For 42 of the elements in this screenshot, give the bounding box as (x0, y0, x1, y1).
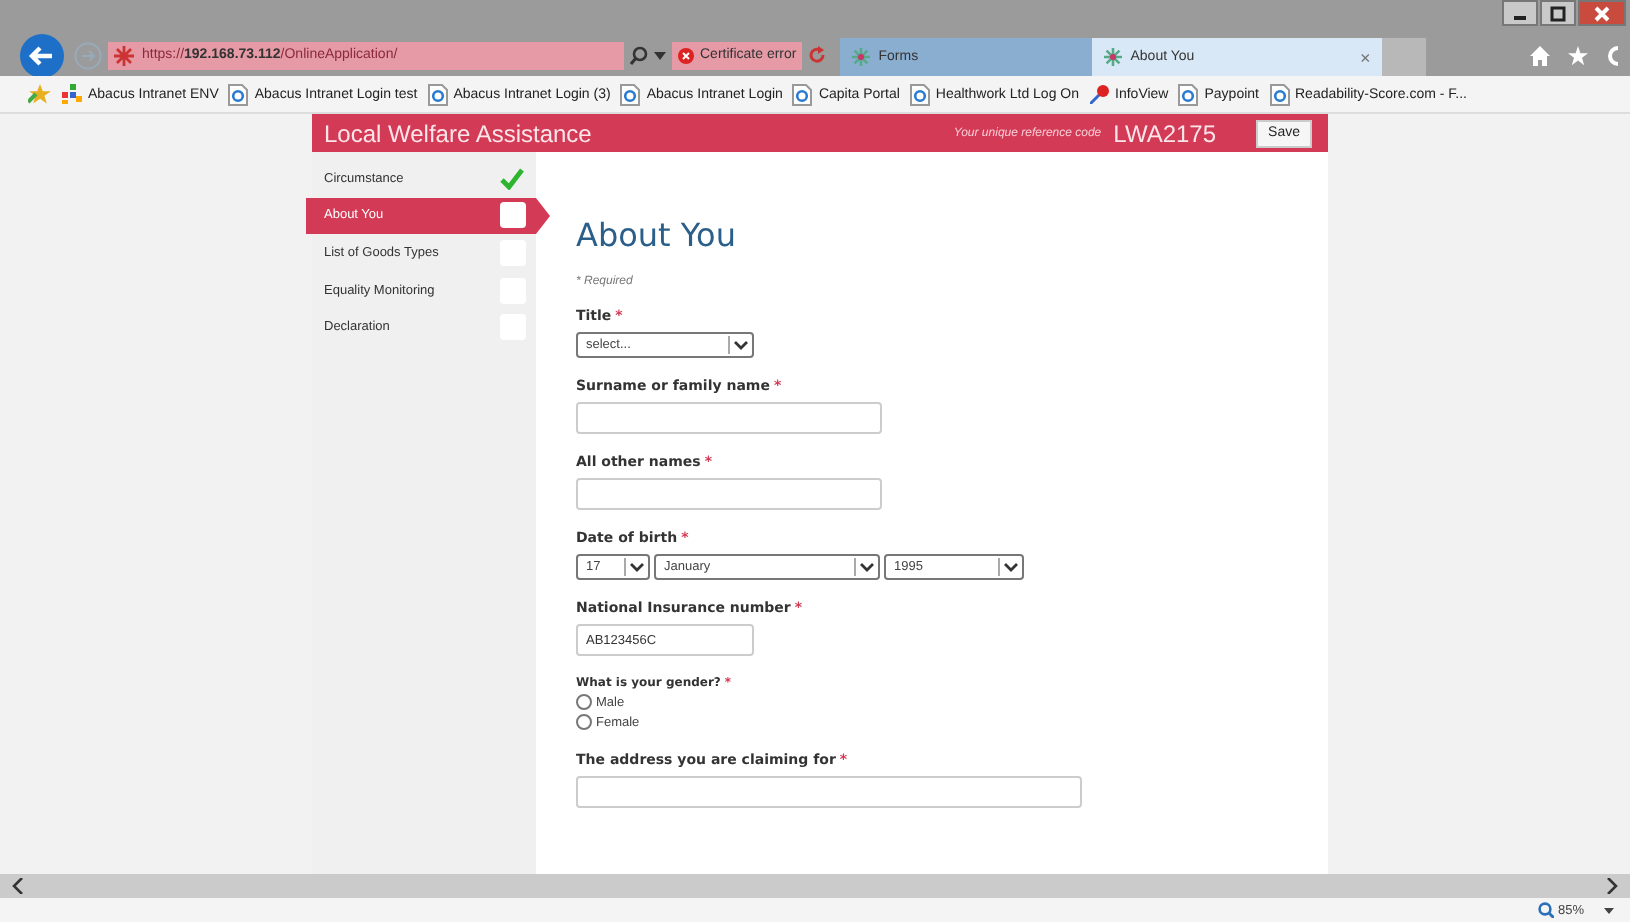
page-icon (909, 83, 930, 105)
home-icon[interactable] (1530, 45, 1550, 65)
scroll-left-icon[interactable] (12, 878, 24, 894)
page-heading: About You (576, 216, 738, 254)
caret-icon[interactable] (654, 51, 666, 59)
page-icon (228, 83, 249, 105)
star-icon[interactable] (1568, 45, 1588, 65)
back-button[interactable] (20, 33, 64, 77)
restore-button[interactable] (1540, 0, 1576, 26)
page-icon (792, 83, 813, 105)
radio-button[interactable] (576, 714, 592, 730)
horizontal-scrollbar[interactable] (0, 874, 1630, 898)
tab-icon (852, 48, 871, 66)
search-icon[interactable] (630, 45, 648, 65)
page-icon (1178, 83, 1199, 105)
scroll-right-icon[interactable] (1606, 878, 1618, 894)
chevron-icon (998, 558, 1022, 576)
favorites-star-icon[interactable] (28, 84, 52, 104)
error-icon (678, 47, 694, 63)
page-icon (427, 83, 448, 105)
radio-button[interactable] (576, 694, 592, 710)
close-tab-button[interactable]: × (1359, 47, 1371, 67)
page-icon (620, 83, 641, 105)
app-title: Local Welfare Assistance (324, 119, 592, 147)
close-icon (1594, 5, 1610, 21)
pin-icon (1089, 84, 1110, 104)
chevron-icon (728, 336, 752, 354)
site-icon (114, 45, 134, 65)
caret-icon[interactable] (1604, 907, 1614, 913)
input-field[interactable] (576, 478, 882, 510)
tab-icon (1104, 48, 1123, 66)
tiles-icon (62, 84, 82, 104)
minimize-button[interactable] (1502, 0, 1538, 26)
reference-code: LWA2175 (1113, 119, 1217, 147)
input-field[interactable] (576, 402, 882, 434)
page-icon (1269, 83, 1289, 105)
zoom-icon[interactable] (1537, 902, 1554, 918)
input-field[interactable] (576, 776, 1082, 808)
close-button[interactable] (1578, 0, 1626, 26)
chevron-icon (854, 558, 878, 576)
chevron-icon (624, 558, 648, 576)
restore-icon (1550, 5, 1566, 21)
